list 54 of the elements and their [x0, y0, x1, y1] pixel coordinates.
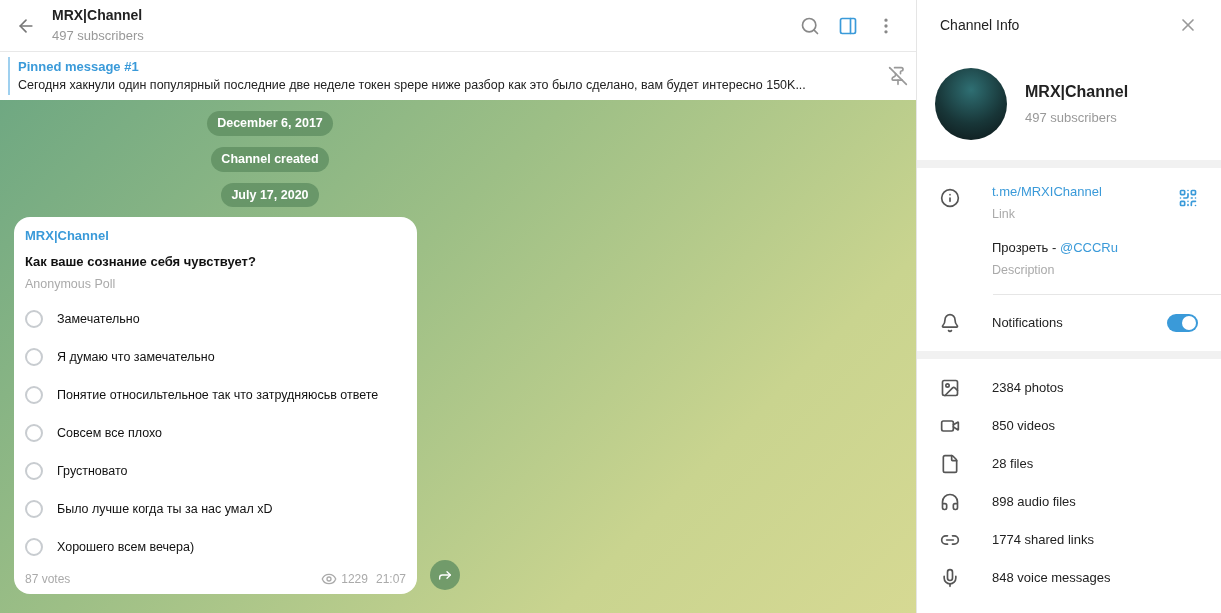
poll-question: Как ваше сознание себя чувствует? [25, 252, 257, 271]
bell-icon [940, 312, 960, 333]
notifications-toggle[interactable] [1167, 313, 1198, 332]
image-icon [940, 377, 960, 398]
radio-button[interactable] [25, 424, 43, 442]
poll-option: Хорошего всем вечера) [57, 537, 195, 557]
info-icon [940, 188, 960, 208]
message-time: 21:07 [375, 571, 406, 588]
radio-button[interactable] [25, 538, 43, 556]
subscriber-count: 497 subscribers [1025, 109, 1118, 128]
headphones-icon [940, 491, 960, 512]
poll-option: Грустновато [57, 461, 128, 481]
qr-code-icon[interactable] [1178, 188, 1198, 208]
view-count: 1229 [341, 571, 368, 588]
description-label: Description [992, 261, 1056, 279]
poll-option: Было лучше когда ты за нас умал xD [57, 499, 273, 519]
media-count[interactable]: 28 files [992, 453, 1034, 474]
unpin-icon[interactable] [888, 66, 908, 86]
channel-title: MRX|Channel [52, 6, 144, 26]
media-count[interactable]: 848 voice messages [992, 567, 1111, 588]
forward-button[interactable] [430, 560, 460, 590]
vote-count: 87 votes [25, 571, 71, 588]
poll-option: Понятие относильтельное так что затрудняюсьв ответе [57, 385, 379, 405]
media-count[interactable]: 2384 photos [992, 377, 1064, 398]
radio-button[interactable] [25, 348, 43, 366]
radio-button[interactable] [25, 462, 43, 480]
media-count[interactable]: 898 audio files [992, 491, 1076, 512]
file-icon [940, 453, 960, 474]
service-message: July 17, 2020 [221, 182, 319, 208]
microphone-icon [940, 567, 960, 588]
poll-type: Anonymous Poll [25, 276, 117, 294]
media-count[interactable]: 850 videos [992, 415, 1055, 436]
poll-author: MRX|Channel [25, 227, 110, 246]
description-text: Прозреть - @CCCRu [992, 239, 1119, 258]
poll-option: Замечательно [57, 309, 140, 329]
channel-name: MRX|Channel [1025, 82, 1129, 103]
subscriber-count: 497 subscribers [52, 27, 144, 46]
pinned-message[interactable]: Pinned message #1 Сегодня хакнули один популярный последние две неделе токен spepe ниже разбор как это было сделано, вам будет интересно 150K... [8, 56, 880, 96]
radio-button[interactable] [25, 500, 43, 518]
radio-button[interactable] [25, 386, 43, 404]
pinned-text: Сегодня хакнули один популярный последние две неделе токен spepe ниже разбор как это было сделано, вам будет интересно 150K... [18, 77, 807, 95]
poll-option: Совсем все плохо [57, 423, 162, 443]
views-icon [321, 571, 338, 587]
notifications-label: Notifications [992, 313, 1063, 332]
service-message: Channel created [211, 146, 329, 172]
link-label: Link [992, 205, 1016, 223]
pinned-label: Pinned message #1 [18, 57, 140, 76]
media-count[interactable]: 1774 shared links [992, 529, 1094, 550]
search-icon[interactable] [800, 15, 820, 36]
panel-title: Channel Info [940, 15, 1020, 35]
poll-option: Я думаю что замечательно [57, 347, 215, 367]
side-panel-icon[interactable] [838, 15, 858, 36]
service-message: December 6, 2017 [207, 111, 333, 136]
radio-button[interactable] [25, 310, 43, 328]
